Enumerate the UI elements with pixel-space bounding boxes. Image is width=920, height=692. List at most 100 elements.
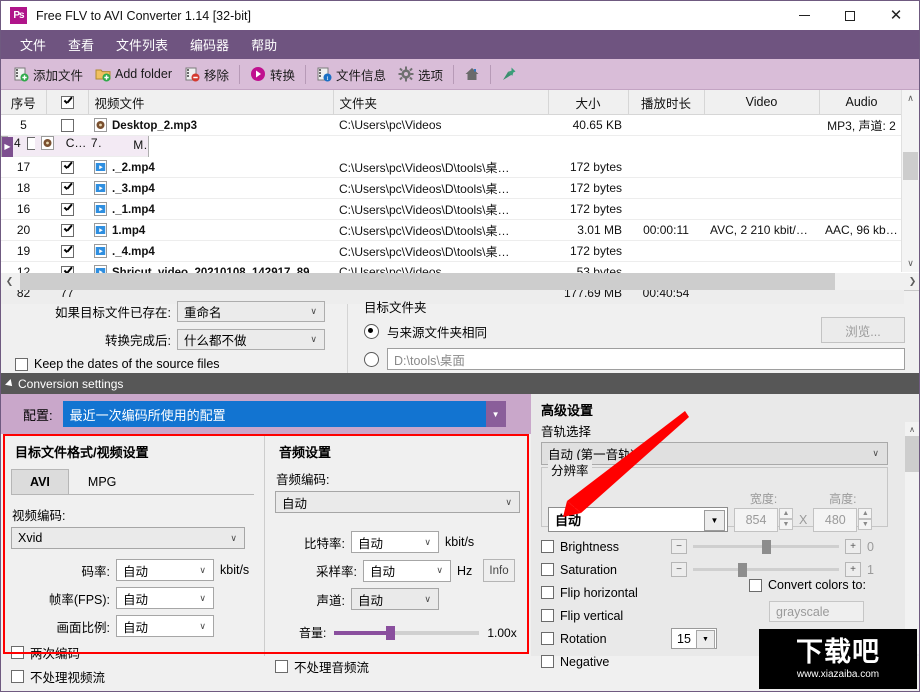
two-pass-row[interactable]: 两次编码: [11, 643, 254, 662]
width-spin-up[interactable]: ▲: [779, 508, 793, 519]
scroll-down-icon[interactable]: ∨: [902, 255, 919, 272]
col-header-audio[interactable]: Audio: [819, 90, 905, 115]
close-button[interactable]: ✕: [873, 1, 919, 30]
row-checkbox-cell[interactable]: [46, 219, 88, 241]
effect-decrease-button[interactable]: −: [671, 539, 687, 554]
video-fps-select[interactable]: 自动 ∨: [116, 587, 214, 609]
height-input[interactable]: 480: [813, 508, 858, 532]
pin-button[interactable]: [495, 64, 523, 84]
vertical-scroll-thumb[interactable]: [903, 152, 918, 180]
height-spinner[interactable]: ▲ ▼: [858, 508, 873, 532]
keep-dates-checkbox[interactable]: [15, 357, 28, 371]
col-header-video-file[interactable]: 视频文件: [88, 90, 334, 115]
width-spin-down[interactable]: ▼: [779, 519, 793, 530]
select-all-checkbox[interactable]: [60, 96, 74, 110]
row-checkbox-cell[interactable]: [46, 177, 88, 199]
row-checkbox[interactable]: [60, 119, 74, 133]
scroll-left-icon[interactable]: ❮: [1, 276, 18, 287]
convert-colors-row[interactable]: Convert colors to:: [749, 578, 866, 592]
chevron-down-icon[interactable]: ▼: [696, 630, 715, 649]
tab-avi[interactable]: AVI: [11, 469, 69, 494]
audio-bitrate-select[interactable]: 自动 ∨: [351, 531, 439, 553]
effect-increase-button[interactable]: +: [845, 562, 861, 577]
col-header-no[interactable]: 序号: [1, 90, 47, 115]
video-codec-select[interactable]: Xvid ∨: [11, 527, 245, 549]
advanced-scroll-thumb[interactable]: [905, 436, 919, 472]
list-horizontal-scrollbar[interactable]: ❮ ❯: [1, 273, 919, 290]
add-file-button[interactable]: 添加文件: [7, 63, 89, 86]
col-header-duration[interactable]: 播放时长: [628, 90, 705, 115]
custom-path-row[interactable]: D:\tools\桌面: [364, 348, 919, 370]
grayscale-select[interactable]: grayscale: [769, 601, 864, 622]
table-row[interactable]: 18 ._3.mp4 C:\Users\pc\Videos\D\tools\桌… 17…: [1, 177, 904, 199]
audio-track-select[interactable]: 自动 (第一音轨) ∨: [541, 442, 888, 465]
table-row[interactable]: 20 1.mp4 C:\Users\pc\Videos\D\tools\桌… 3.01…: [1, 219, 904, 241]
no-audio-stream-row[interactable]: 不处理音频流: [275, 657, 521, 676]
volume-slider[interactable]: [334, 625, 480, 640]
table-row[interactable]: ▶4Desktop_1.mp3C:\Users\pc\Videos75.96 K…: [1, 136, 149, 157]
resolution-select[interactable]: 自动 ▼: [548, 507, 728, 532]
chevron-down-icon[interactable]: ▼: [704, 510, 725, 531]
audio-channels-select[interactable]: 自动 ∨: [351, 588, 439, 610]
conversion-settings-header[interactable]: Conversion settings: [1, 373, 919, 394]
row-checkbox-cell[interactable]: [46, 114, 88, 136]
row-checkbox[interactable]: [60, 245, 74, 259]
menu-item-help[interactable]: 帮助: [240, 31, 288, 58]
custom-path-radio[interactable]: [364, 351, 379, 367]
col-header-size[interactable]: 大小: [548, 90, 629, 115]
row-checkbox-cell[interactable]: [46, 240, 88, 262]
browse-button[interactable]: 浏览...: [821, 317, 905, 343]
row-checkbox-cell[interactable]: [20, 136, 35, 157]
menu-item-view[interactable]: 查看: [57, 31, 105, 58]
custom-path-input[interactable]: D:\tools\桌面: [387, 348, 905, 370]
home-button[interactable]: [458, 64, 486, 84]
scroll-up-icon[interactable]: ∧: [902, 90, 919, 107]
col-header-checkbox[interactable]: [46, 90, 89, 115]
effect-slider-thumb[interactable]: [738, 562, 748, 577]
col-header-video[interactable]: Video: [704, 90, 820, 115]
file-info-button[interactable]: i 文件信息: [310, 63, 392, 86]
effect-checkbox[interactable]: [541, 609, 554, 622]
keep-dates-row[interactable]: Keep the dates of the source files: [15, 357, 347, 371]
effect-checkbox[interactable]: [541, 563, 554, 576]
effect-slider[interactable]: − +: [671, 539, 861, 554]
table-row[interactable]: 17 ._2.mp4 C:\Users\pc\Videos\D\tools\桌… 17…: [1, 157, 904, 178]
list-vertical-scrollbar[interactable]: ∧ ∨: [901, 90, 919, 272]
width-spinner[interactable]: ▲ ▼: [779, 508, 793, 532]
same-as-source-radio[interactable]: [364, 324, 379, 339]
exists-select[interactable]: 重命名 ∨: [177, 301, 325, 322]
add-folder-button[interactable]: Add folder: [89, 64, 178, 84]
horizontal-scroll-track[interactable]: [18, 273, 904, 290]
row-checkbox[interactable]: [60, 224, 74, 238]
volume-slider-thumb[interactable]: [386, 625, 396, 640]
no-video-stream-checkbox[interactable]: [11, 670, 24, 683]
audio-codec-select[interactable]: 自动 ∨: [275, 491, 520, 513]
table-row[interactable]: 5 Desktop_2.mp3 C:\Users\pc\Videos 40.65 KB…: [1, 114, 904, 136]
file-list[interactable]: 序号 视频文件 文件夹 大小 播放时长 Video Audio 5 Desktop…: [1, 90, 919, 304]
minimize-button[interactable]: [781, 1, 827, 30]
effect-checkbox[interactable]: [541, 655, 554, 668]
options-button[interactable]: 选项: [392, 63, 449, 86]
effect-checkbox[interactable]: [541, 586, 554, 599]
two-pass-checkbox[interactable]: [11, 646, 24, 659]
rotation-select[interactable]: 15 ▼: [671, 628, 717, 649]
row-checkbox-cell[interactable]: [46, 198, 88, 220]
video-bitrate-select[interactable]: 自动 ∨: [116, 559, 214, 581]
row-checkbox[interactable]: [60, 161, 74, 175]
audio-samplerate-select[interactable]: 自动 ∨: [363, 559, 451, 582]
effect-checkbox[interactable]: [541, 540, 554, 553]
menu-item-filelist[interactable]: 文件列表: [105, 31, 179, 58]
tab-mpg[interactable]: MPG: [69, 469, 135, 494]
convert-colors-checkbox[interactable]: [749, 578, 762, 592]
effect-checkbox[interactable]: [541, 632, 554, 645]
maximize-button[interactable]: [827, 1, 873, 30]
effect-slider-thumb[interactable]: [761, 539, 771, 554]
advanced-scrollbar[interactable]: ∧: [905, 422, 919, 654]
row-checkbox-cell[interactable]: [46, 157, 88, 178]
advanced-scroll-up-icon[interactable]: ∧: [905, 422, 919, 436]
scroll-right-icon[interactable]: ❯: [904, 276, 919, 287]
height-spin-up[interactable]: ▲: [858, 508, 873, 519]
convert-button[interactable]: 转换: [244, 63, 301, 86]
no-audio-stream-checkbox[interactable]: [275, 660, 288, 673]
remove-file-button[interactable]: 移除: [178, 63, 235, 86]
